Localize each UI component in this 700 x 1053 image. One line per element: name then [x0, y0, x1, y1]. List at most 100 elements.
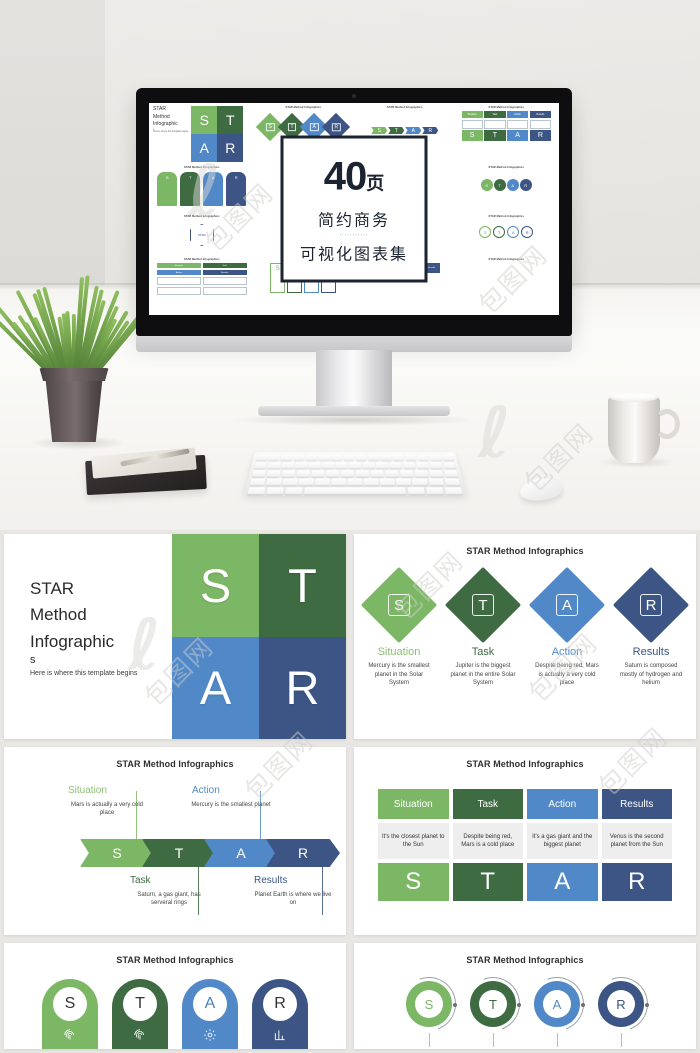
keyboard-key[interactable]: [331, 479, 346, 486]
chevron-shape[interactable]: R: [266, 839, 340, 867]
ring-shape[interactable]: A: [534, 981, 580, 1027]
panel-title-slide[interactable]: STAR Method Infographic s Here is where this…: [4, 534, 346, 739]
chevron-shape[interactable]: S: [80, 839, 154, 867]
keyboard-key[interactable]: [299, 479, 314, 486]
keyboard-key[interactable]: [293, 455, 305, 461]
pill-shape[interactable]: S: [42, 979, 98, 1049]
box-header[interactable]: Task: [453, 789, 524, 819]
keyboard-key[interactable]: [356, 455, 367, 461]
keyboard-key[interactable]: [430, 462, 443, 469]
keyboard-key[interactable]: [247, 487, 266, 494]
keyboard-key[interactable]: [426, 487, 444, 494]
keyboard-key[interactable]: [380, 455, 391, 461]
keyboard-key[interactable]: [295, 462, 308, 469]
chevron-shape[interactable]: T: [142, 839, 216, 867]
letter-tile[interactable]: S: [172, 534, 259, 637]
diamond-shape[interactable]: R: [613, 567, 689, 643]
panel-diamonds[interactable]: STAR Method Infographics S Situation Mercur…: [354, 534, 696, 739]
keyboard-key[interactable]: [442, 455, 454, 461]
keyboard-key[interactable]: [412, 479, 428, 486]
pill-shape[interactable]: R: [252, 979, 308, 1049]
keyboard-key[interactable]: [368, 455, 379, 461]
keyboard-key[interactable]: [315, 479, 330, 486]
ring-shape[interactable]: R: [598, 981, 644, 1027]
diamond-item[interactable]: S Situation Mercury is the smallest planet…: [360, 578, 438, 688]
keyboard-key[interactable]: [444, 479, 460, 486]
diamond-shape[interactable]: T: [445, 567, 521, 643]
keyboard-key[interactable]: [396, 479, 411, 486]
diamond-item[interactable]: T Task Jupiter is the biggest planet in th…: [444, 578, 522, 688]
panel-pills[interactable]: STAR Method Infographics S T A R: [4, 943, 346, 1049]
keyboard-key[interactable]: [282, 479, 298, 486]
keyboard-key[interactable]: [341, 470, 354, 477]
keyboard-key[interactable]: [385, 470, 399, 477]
keyboard-key[interactable]: [416, 462, 429, 469]
keyboard-key[interactable]: [322, 462, 334, 469]
keyboard-key[interactable]: [326, 470, 339, 477]
keyboard-key[interactable]: [267, 470, 281, 477]
keyboard-key[interactable]: [343, 455, 354, 461]
keyboard-key[interactable]: [407, 487, 425, 494]
keyboard-key[interactable]: [296, 470, 310, 477]
ring-shape[interactable]: S: [406, 981, 452, 1027]
keyboard-key[interactable]: [400, 470, 414, 477]
keyboard-key[interactable]: [364, 479, 379, 486]
keyboard-key[interactable]: [281, 470, 295, 477]
box-letter[interactable]: R: [602, 863, 673, 901]
keyboard-key[interactable]: [250, 479, 266, 486]
keyboard-key[interactable]: [335, 462, 347, 469]
pill-shape[interactable]: T: [112, 979, 168, 1049]
diamond-shape[interactable]: S: [361, 567, 437, 643]
keyboard-key[interactable]: [266, 479, 282, 486]
keyboard-key[interactable]: [348, 479, 363, 486]
keyboard-key[interactable]: [308, 462, 321, 469]
box-letter[interactable]: S: [378, 863, 449, 901]
box-letter[interactable]: A: [527, 863, 598, 901]
keyboard-key[interactable]: [444, 487, 463, 494]
diamond-item[interactable]: A Action Despite being red, Mars is actual…: [528, 578, 606, 688]
box-header[interactable]: Action: [527, 789, 598, 819]
keyboard-key[interactable]: [376, 462, 388, 469]
letter-tile[interactable]: R: [259, 637, 346, 740]
keyboard-key[interactable]: [266, 487, 284, 494]
keyboard-key[interactable]: [403, 462, 416, 469]
diamond-shape[interactable]: A: [529, 567, 605, 643]
keyboard-key[interactable]: [444, 470, 459, 477]
box-header[interactable]: Results: [602, 789, 673, 819]
spacebar-key[interactable]: [304, 487, 406, 494]
pill-shape[interactable]: A: [182, 979, 238, 1049]
keyboard-key[interactable]: [281, 462, 294, 469]
keyboard-key[interactable]: [285, 487, 303, 494]
chevron-shape[interactable]: A: [204, 839, 278, 867]
ring-shape[interactable]: T: [470, 981, 516, 1027]
box-header[interactable]: Situation: [378, 789, 449, 819]
keyboard-key[interactable]: [389, 462, 402, 469]
panel-chevrons[interactable]: STAR Method Infographics S Situation Mars i…: [4, 747, 346, 935]
keyboard-key[interactable]: [428, 479, 444, 486]
keyboard-key[interactable]: [256, 455, 268, 461]
keyboard-key[interactable]: [267, 462, 280, 469]
keyboard-key[interactable]: [349, 462, 361, 469]
keyboard-key[interactable]: [363, 462, 375, 469]
keyboard-key[interactable]: [429, 470, 443, 477]
keyboard-key[interactable]: [331, 455, 342, 461]
letter-tile[interactable]: A: [172, 637, 259, 740]
keyboard-key[interactable]: [318, 455, 329, 461]
diamond-item[interactable]: R Results Saturn is composed mostly of hyd…: [612, 578, 690, 688]
letter-tile[interactable]: T: [259, 534, 346, 637]
keyboard-key[interactable]: [393, 455, 404, 461]
panel-rings[interactable]: STAR Method Infographics S T A R: [354, 943, 696, 1049]
keyboard-key[interactable]: [414, 470, 428, 477]
keyboard-key[interactable]: [443, 462, 456, 469]
keyboard-key[interactable]: [380, 479, 395, 486]
panel-boxes[interactable]: STAR Method Infographics Situation Task Act…: [354, 747, 696, 935]
keyboard-key[interactable]: [356, 470, 369, 477]
keyboard-key[interactable]: [430, 455, 442, 461]
keyboard-key[interactable]: [254, 462, 267, 469]
keyboard-key[interactable]: [311, 470, 325, 477]
keyboard-key[interactable]: [281, 455, 293, 461]
keyboard-key[interactable]: [405, 455, 417, 461]
keyboard-key[interactable]: [268, 455, 280, 461]
box-letter[interactable]: T: [453, 863, 524, 901]
keyboard-key[interactable]: [370, 470, 383, 477]
